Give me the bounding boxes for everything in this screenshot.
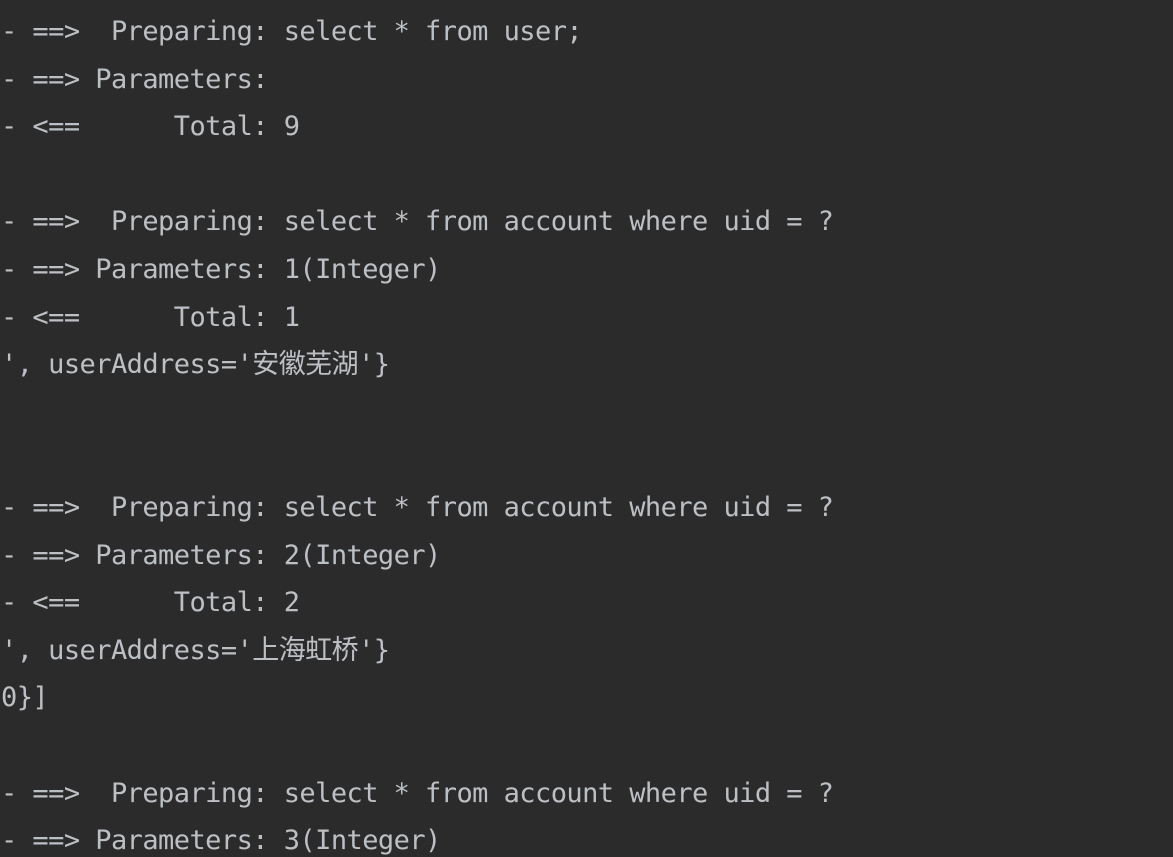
log-line: - ==> Parameters: 1(Integer)	[1, 253, 441, 285]
log-line: - <== Total: 9	[1, 111, 300, 143]
log-line-blank	[1, 436, 1173, 484]
log-line-blank	[1, 151, 1173, 199]
log-line: - ==> Preparing: select * from account w…	[1, 777, 834, 809]
log-line-list[interactable]: - ==> Preparing: select * from user; - ==…	[0, 0, 1173, 857]
log-line: ', userAddress='上海虹桥'}	[1, 634, 390, 666]
log-line-blank	[1, 722, 1173, 770]
log-line-blank	[1, 389, 1173, 437]
log-line: - <== Total: 1	[1, 301, 300, 333]
log-line: - ==> Parameters: 3(Integer)	[1, 825, 441, 857]
log-line: 0}]	[1, 682, 49, 714]
log-line: - ==> Preparing: select * from account w…	[1, 491, 834, 523]
console-output-panel[interactable]: - ==> Preparing: select * from user; - ==…	[0, 0, 1173, 857]
log-line: - ==> Parameters: 2(Integer)	[1, 539, 441, 571]
log-line: ', userAddress='安徽芜湖'}	[1, 349, 390, 381]
log-line: - ==> Preparing: select * from user;	[1, 16, 583, 47]
log-line: - ==> Preparing: select * from account w…	[1, 206, 834, 238]
log-line: - ==> Parameters:	[1, 63, 284, 95]
log-line: - <== Total: 2	[1, 587, 300, 619]
